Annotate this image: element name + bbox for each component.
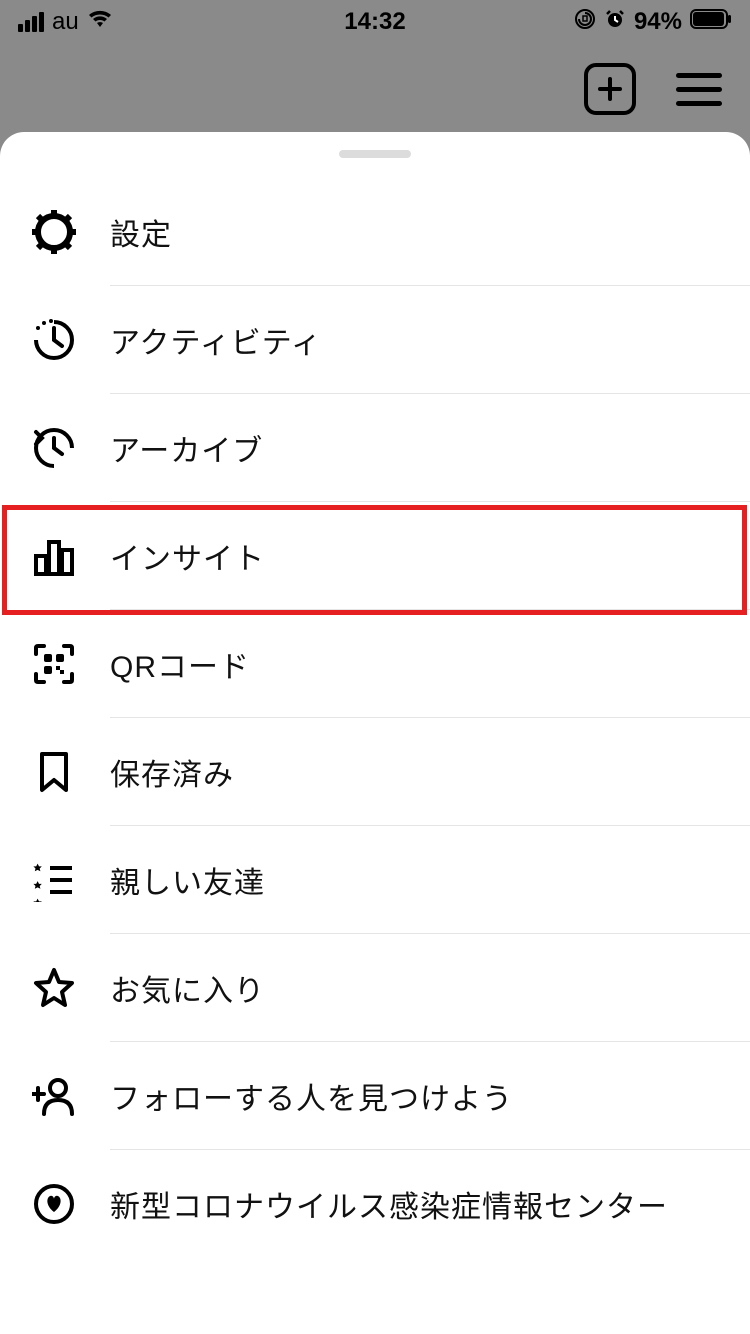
menu-item-covid-info[interactable]: 新型コロナウイルス感染症情報センター [0,1150,750,1258]
menu-item-settings[interactable]: 設定 [0,178,750,286]
menu-item-discover-people[interactable]: フォローする人を見つけよう [0,1042,750,1150]
rotation-lock-icon [574,8,596,37]
discover-people-icon [32,1074,110,1118]
wifi-icon [87,8,113,36]
menu-label: フォローする人を見つけよう [110,1074,513,1118]
menu-item-favorites[interactable]: お気に入り [0,934,750,1042]
alarm-icon [604,8,626,37]
qrcode-icon [32,642,110,686]
carrier-label: au [52,8,79,36]
menu-label: 保存済み [110,750,234,794]
menu-label: 設定 [110,210,172,254]
create-button[interactable] [584,63,636,115]
insights-icon [32,534,110,578]
clock: 14:32 [344,8,405,36]
status-bar: au 14:32 94% [0,0,750,44]
close-friends-icon [32,858,110,902]
menu-button[interactable] [676,73,722,106]
heart-circle-icon [32,1182,110,1226]
menu-item-saved[interactable]: 保存済み [0,718,750,826]
menu-label: 新型コロナウイルス感染症情報センター [110,1182,668,1226]
star-icon [32,966,110,1010]
menu-item-archive[interactable]: アーカイブ [0,394,750,502]
menu-label: アーカイブ [110,426,263,470]
gear-icon [32,210,110,254]
menu-label: QRコード [110,642,250,686]
menu-item-insights[interactable]: インサイト [0,502,750,610]
profile-header [0,44,750,134]
activity-icon [32,318,110,362]
bookmark-icon [32,750,110,794]
menu-item-qrcode[interactable]: QRコード [0,610,750,718]
sheet-grabber[interactable] [339,150,411,158]
menu-label: お気に入り [110,966,265,1010]
cellular-signal-icon [18,12,44,32]
battery-icon [690,8,732,36]
menu-sheet: 設定 アクティビティ アーカイブ インサイト QRコード 保存済み [0,132,750,1334]
menu-label: インサイト [110,534,265,578]
menu-label: 親しい友達 [110,858,265,902]
menu-item-activity[interactable]: アクティビティ [0,286,750,394]
menu-item-close-friends[interactable]: 親しい友達 [0,826,750,934]
archive-icon [32,426,110,470]
menu-label: アクティビティ [110,318,322,362]
battery-percent: 94% [634,8,682,36]
